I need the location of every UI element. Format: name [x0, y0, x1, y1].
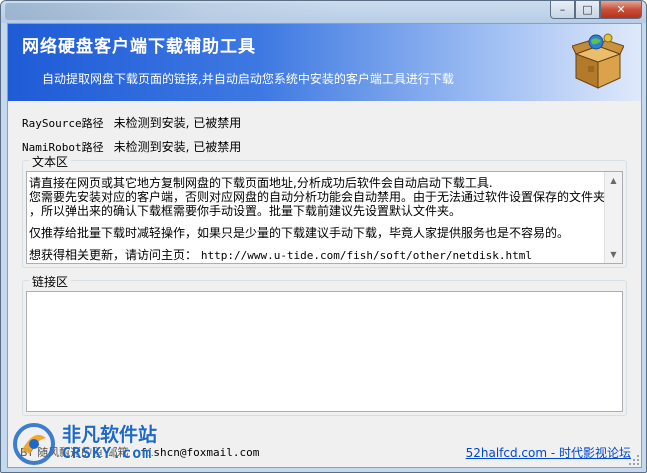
close-button[interactable]: ✕: [600, 1, 642, 19]
maximize-button[interactable]: □: [575, 1, 600, 19]
scroll-down-icon[interactable]: ▼: [605, 246, 622, 263]
text-area-group-title: 文本区: [29, 153, 72, 170]
info-text-area[interactable]: 请直接在网页或其它地方复制网盘的下载页面地址,分析成功后软件会自动启动下载工具.…: [26, 171, 623, 264]
window-controls: – □ ✕: [550, 1, 642, 19]
info-text: 请直接在网页或其它地方复制网盘的下载页面地址,分析成功后软件会自动启动下载工具.…: [29, 176, 604, 263]
vertical-scrollbar[interactable]: ▲ ▼: [604, 172, 622, 263]
text-area-group: 文本区 请直接在网页或其它地方复制网盘的下载页面地址,分析成功后软件会自动启动下…: [22, 153, 627, 268]
client-area: 网络硬盘客户端下载辅助工具 自动提取网盘下载页面的链接,并自动启动您系统中安装的…: [7, 23, 642, 468]
app-subtitle: 自动提取网盘下载页面的链接,并自动启动您系统中安装的客户端工具进行下载: [42, 72, 454, 86]
forum-link[interactable]: 52halfcd.com - 时代影视论坛: [466, 444, 631, 461]
raysource-path-status: 未检测到安装, 已被禁用: [113, 116, 242, 130]
close-icon: ✕: [616, 3, 626, 16]
info-line: 请直接在网页或其它地方复制网盘的下载页面地址,分析成功后软件会自动启动下载工具.: [29, 176, 493, 190]
title-bar[interactable]: – □ ✕: [1, 1, 646, 23]
app-window: – □ ✕ 网络硬盘客户端下载辅助工具 自动提取网盘下载页面的链接,并自动启动您…: [0, 0, 647, 473]
link-area-group: 链接区: [22, 273, 627, 416]
watermark: 非凡软件站 CRSKY.com: [12, 416, 172, 468]
link-input-area[interactable]: [26, 291, 623, 412]
homepage-prompt: 想获得相关更新，请访问主页：: [29, 248, 198, 262]
namirobot-path-status: 未检测到安装, 已被禁用: [113, 140, 242, 154]
app-title: 网络硬盘客户端下载辅助工具: [22, 37, 256, 57]
info-line-url: 想获得相关更新，请访问主页： http://www.u-tide.com/fis…: [29, 248, 604, 263]
info-line: ，所以弹出来的确认下载框需要你手动设置。批量下载前建议先设置默认文件夹。: [29, 204, 462, 218]
title-bar-backdrop: [5, 3, 345, 20]
homepage-url: http://www.u-tide.com/fish/soft/other/ne…: [200, 249, 532, 262]
raysource-path-row: RaySource路径 未检测到安装, 已被禁用: [22, 114, 241, 131]
maximize-icon: □: [582, 3, 593, 16]
minimize-icon: –: [559, 3, 566, 16]
info-line: 仅推荐给批量下载时减轻操作，如果只是少量的下载建议手动下载，毕竟人家提供服务也是…: [29, 226, 570, 240]
watermark-name: 非凡软件站: [62, 424, 158, 446]
raysource-path-label: RaySource路径: [22, 117, 104, 130]
minimize-button[interactable]: –: [550, 1, 575, 19]
info-line: 您需要先安装对应的客户端，否则对应网盘的自动分析功能会自动禁用。由于无法通过软件…: [29, 190, 604, 204]
link-area-group-title: 链接区: [29, 273, 72, 290]
header-banner: 网络硬盘客户端下载辅助工具 自动提取网盘下载页面的链接,并自动启动您系统中安装的…: [8, 24, 641, 101]
watermark-logo-icon: [13, 423, 55, 465]
watermark-sub: CRSKY.com: [62, 444, 153, 462]
resize-grip-icon[interactable]: [628, 454, 640, 466]
scroll-up-icon[interactable]: ▲: [605, 172, 622, 189]
package-box-icon: [572, 33, 624, 89]
